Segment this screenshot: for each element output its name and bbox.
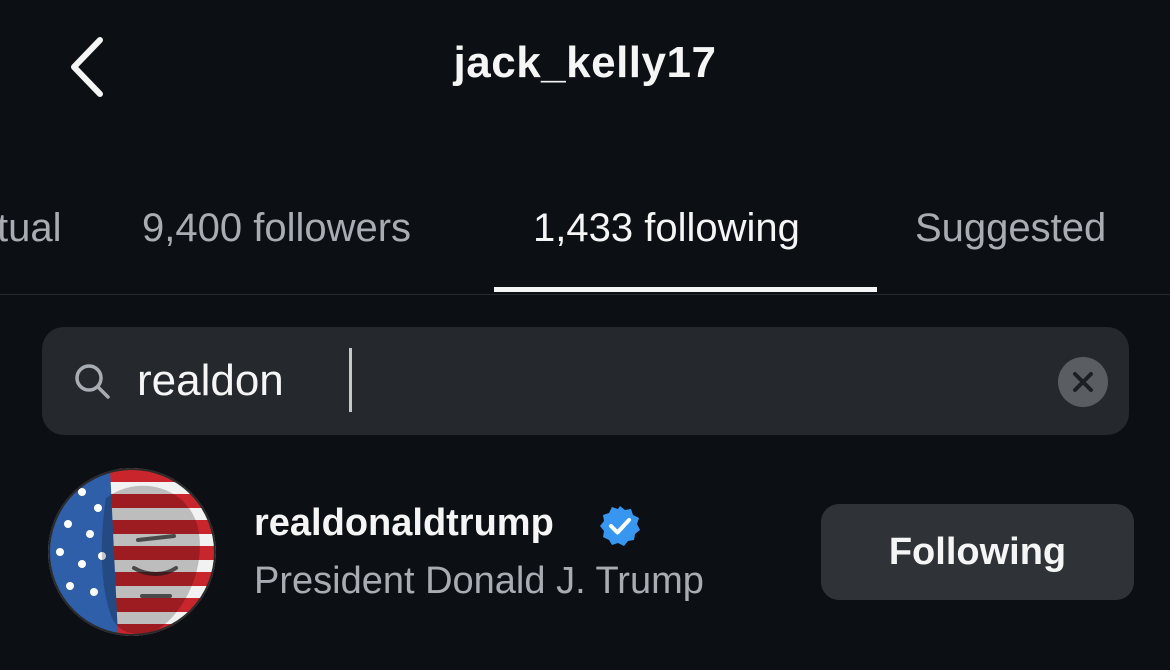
tab-mutual[interactable]: tual bbox=[0, 206, 62, 251]
tab-following[interactable]: 1,433 following bbox=[533, 206, 800, 251]
active-tab-indicator bbox=[494, 287, 877, 292]
following-list-screen: jack_kelly17 tual 9,400 followers 1,433 … bbox=[0, 0, 1170, 670]
list-item[interactable]: realdonaldtrump President Donald J. Trum… bbox=[0, 462, 1170, 642]
text-cursor bbox=[349, 348, 352, 412]
tab-followers[interactable]: 9,400 followers bbox=[142, 206, 411, 251]
result-username[interactable]: realdonaldtrump bbox=[254, 502, 554, 545]
search-icon bbox=[75, 364, 110, 399]
page-title: jack_kelly17 bbox=[453, 38, 717, 87]
clear-search-button[interactable] bbox=[1058, 357, 1108, 407]
avatar[interactable] bbox=[48, 468, 216, 636]
avatar-flag-portrait-image bbox=[48, 468, 216, 636]
result-full-name: President Donald J. Trump bbox=[254, 560, 704, 602]
verified-badge-icon bbox=[600, 506, 640, 546]
close-icon bbox=[1073, 372, 1093, 392]
search-input[interactable] bbox=[137, 351, 1017, 411]
following-button[interactable]: Following bbox=[821, 504, 1134, 600]
tab-bar: tual 9,400 followers 1,433 following Sug… bbox=[0, 200, 1170, 295]
search-bar[interactable] bbox=[42, 327, 1129, 435]
tab-suggested[interactable]: Suggested bbox=[915, 206, 1106, 251]
